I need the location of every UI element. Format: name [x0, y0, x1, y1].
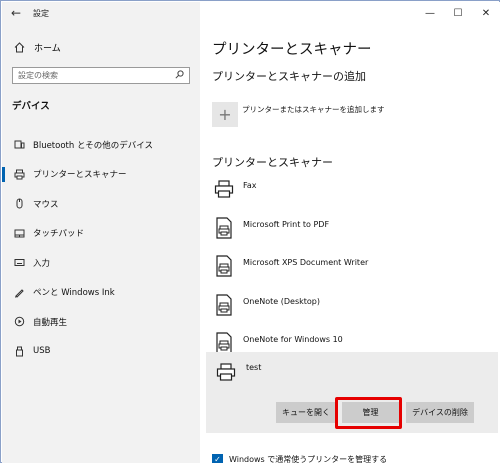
- manage-button[interactable]: 管理: [342, 402, 399, 423]
- sidebar-item-label: タッチパッド: [33, 229, 85, 240]
- printer-doc-icon: [213, 332, 235, 354]
- sidebar-item-label: プリンターとスキャナー: [33, 170, 127, 181]
- sidebar: ← 設定 ホーム 設定の検索 デバイス Bluetooth とその他のデバイス: [2, 2, 200, 463]
- minimize-button[interactable]: —: [416, 2, 444, 24]
- printer-item-onenote-desktop[interactable]: OneNote (Desktop): [212, 293, 498, 333]
- home-icon: [12, 41, 26, 53]
- checkmark-icon: ✓: [214, 455, 221, 463]
- printer-name: Microsoft XPS Document Writer: [243, 258, 369, 267]
- close-button[interactable]: ✕: [472, 2, 500, 24]
- home-label: ホーム: [34, 43, 61, 54]
- sidebar-item-label: 入力: [33, 258, 51, 269]
- close-icon: ✕: [481, 7, 491, 19]
- printer-icon: [12, 169, 26, 180]
- sidebar-item-label: Bluetooth とその他のデバイス: [33, 140, 153, 151]
- maximize-icon: ☐: [453, 7, 463, 19]
- sidebar-item-label: USB: [33, 346, 51, 357]
- search-input[interactable]: 設定の検索: [12, 67, 190, 84]
- sidebar-item-mouse[interactable]: マウス: [2, 189, 200, 219]
- keyboard-icon: [12, 257, 26, 268]
- plus-icon: +: [218, 105, 232, 124]
- search-placeholder: 設定の検索: [18, 71, 58, 80]
- sidebar-item-bluetooth[interactable]: Bluetooth とその他のデバイス: [2, 130, 200, 160]
- window-controls: — ☐ ✕: [416, 2, 500, 24]
- printer-item-xps-writer[interactable]: Microsoft XPS Document Writer: [212, 255, 498, 294]
- touchpad-icon: [12, 228, 26, 239]
- sidebar-item-printers[interactable]: プリンターとスキャナー: [2, 160, 200, 190]
- sidebar-nav: Bluetooth とその他のデバイス プリンターとスキャナー マウス タッチパ…: [2, 130, 200, 366]
- add-printer-label: プリンターまたはスキャナーを追加します: [242, 105, 385, 114]
- usb-icon: [12, 346, 26, 357]
- maximize-button[interactable]: ☐: [444, 2, 472, 24]
- app-title: 設定: [33, 8, 49, 18]
- printer-name: OneNote (Desktop): [243, 296, 321, 306]
- add-printer-button[interactable]: +: [212, 102, 238, 127]
- title-bar: ← 設定: [2, 2, 200, 24]
- sidebar-item-label: 自動再生: [33, 317, 68, 328]
- sidebar-item-touchpad[interactable]: タッチパッド: [2, 219, 200, 249]
- settings-window: ← 設定 ホーム 設定の検索 デバイス Bluetooth とその他のデバイス: [0, 0, 500, 463]
- bluetooth-devices-icon: [12, 139, 26, 150]
- fax-icon: [213, 178, 235, 200]
- search-icon: [175, 70, 184, 82]
- pen-icon: [12, 287, 26, 298]
- printer-list: Fax Microsoft Print to PDF Microsoft XPS…: [212, 178, 498, 371]
- section-title-devices: デバイス: [12, 101, 50, 112]
- minimize-icon: —: [425, 7, 435, 19]
- default-printer-setting[interactable]: ✓ Windows で通常使うプリンターを管理する: [212, 454, 387, 463]
- sidebar-item-typing[interactable]: 入力: [2, 248, 200, 278]
- back-button[interactable]: ←: [2, 2, 30, 24]
- printer-name: Microsoft Print to PDF: [243, 219, 330, 229]
- back-arrow-icon: ←: [10, 6, 22, 20]
- add-printer-row[interactable]: + プリンターまたはスキャナーを追加します: [212, 102, 385, 127]
- home-link[interactable]: ホーム: [2, 36, 200, 58]
- printer-item-fax[interactable]: Fax: [212, 178, 498, 217]
- printer-doc-icon: [213, 255, 235, 277]
- add-section-title: プリンターとスキャナーの追加: [212, 70, 366, 83]
- page-title: プリンターとスキャナー: [212, 42, 372, 58]
- sidebar-item-label: ペンと Windows Ink: [33, 288, 115, 299]
- printer-name: test: [246, 363, 262, 372]
- autoplay-icon: [12, 316, 26, 327]
- main-content: — ☐ ✕ プリンターとスキャナー プリンターとスキャナーの追加 + プリンター…: [200, 2, 500, 463]
- printer-item-print-to-pdf[interactable]: Microsoft Print to PDF: [212, 216, 498, 256]
- remove-device-button[interactable]: デバイスの削除: [406, 402, 474, 423]
- default-printer-label: Windows で通常使うプリンターを管理する: [229, 455, 388, 463]
- printer-name: OneNote for Windows 10: [243, 335, 343, 344]
- sidebar-item-pen[interactable]: ペンと Windows Ink: [2, 278, 200, 308]
- printers-section-title: プリンターとスキャナー: [212, 156, 333, 169]
- printer-doc-icon: [213, 293, 235, 316]
- sidebar-item-autoplay[interactable]: 自動再生: [2, 307, 200, 337]
- sidebar-item-label: マウス: [33, 199, 59, 210]
- printer-name: Fax: [243, 181, 257, 190]
- printer-icon: [214, 361, 238, 383]
- default-printer-checkbox[interactable]: ✓: [212, 454, 223, 463]
- printer-doc-icon: [213, 216, 235, 239]
- open-queue-button[interactable]: キューを開く: [276, 402, 336, 423]
- sidebar-item-usb[interactable]: USB: [2, 337, 200, 367]
- mouse-icon: [12, 198, 26, 209]
- printer-item-test-selected[interactable]: test キューを開く 管理 デバイスの削除: [206, 352, 498, 433]
